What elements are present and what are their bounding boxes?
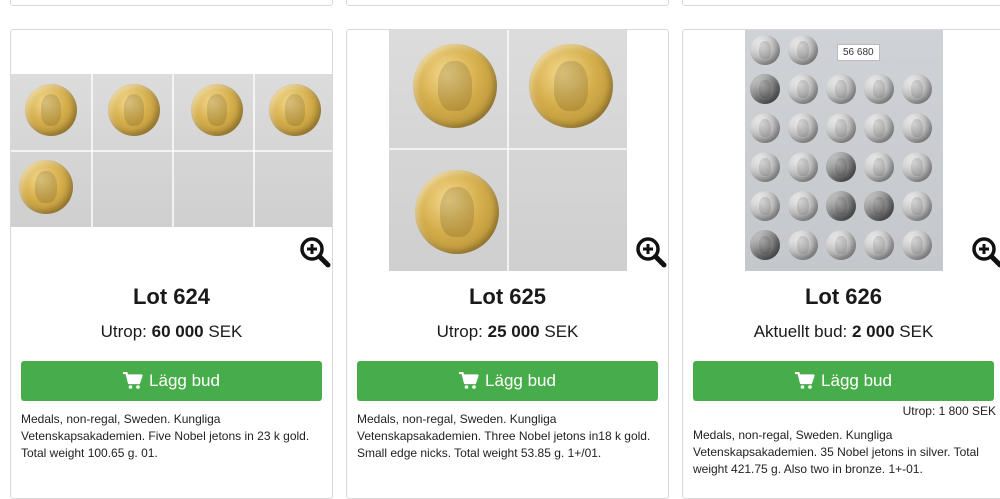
medal-icon — [826, 74, 856, 104]
medal-icon — [750, 230, 780, 260]
lot-image-area[interactable]: 56 680 — [683, 30, 1000, 272]
medal-icon — [902, 191, 932, 221]
lot-description: Medals, non-regal, Sweden. Kungliga Vete… — [21, 411, 322, 462]
medal-icon — [826, 191, 856, 221]
medal-icon — [750, 113, 780, 143]
place-bid-button[interactable]: Lägg bud — [21, 361, 322, 401]
lot-title[interactable]: Lot 626 — [683, 284, 1000, 310]
price-currency: SEK — [899, 322, 933, 341]
card-above-3 — [682, 0, 1000, 6]
card-above-1 — [10, 0, 333, 6]
medal-icon — [750, 152, 780, 182]
cart-icon — [795, 372, 815, 390]
medal-icon — [864, 74, 894, 104]
medal-icon — [750, 191, 780, 221]
photo-tag: 56 680 — [837, 44, 880, 61]
medal-icon — [750, 35, 780, 65]
lot-photo[interactable]: 56 680 — [745, 30, 943, 271]
medal-icon — [826, 230, 856, 260]
medal-icon — [413, 44, 497, 128]
medal-icon — [826, 152, 856, 182]
medal-icon — [902, 74, 932, 104]
medal-icon — [902, 230, 932, 260]
cart-icon — [459, 372, 479, 390]
lot-image-area[interactable] — [11, 30, 332, 272]
medal-icon — [826, 113, 856, 143]
medal-icon — [415, 170, 499, 254]
price-label: Aktuellt bud: — [754, 322, 848, 341]
lot-image-area[interactable] — [347, 30, 668, 272]
price-label: Utrop: — [101, 322, 147, 341]
medal-icon — [788, 74, 818, 104]
price-value: 60 000 — [152, 322, 204, 341]
place-bid-label: Lägg bud — [485, 371, 556, 391]
start-price: Utrop: 1 800 SEK — [903, 404, 996, 418]
lot-title[interactable]: Lot 624 — [11, 284, 332, 310]
lot-photo[interactable] — [11, 74, 332, 227]
lot-photo[interactable] — [389, 30, 627, 271]
price-line: Utrop: 25 000 SEK — [347, 322, 668, 342]
medal-icon — [788, 35, 818, 65]
medal-icon — [529, 44, 613, 128]
price-line: Aktuellt bud: 2 000 SEK — [683, 322, 1000, 342]
lot-card-624: Lot 624 Utrop: 60 000 SEK Lägg bud Medal… — [10, 29, 333, 499]
lot-title[interactable]: Lot 625 — [347, 284, 668, 310]
lot-card-626: 56 680 Lot 626 Aktuellt bud: 2 000 SEK L… — [682, 29, 1000, 499]
medal-icon — [191, 84, 243, 136]
price-value: 2 000 — [852, 322, 895, 341]
medal-icon — [864, 191, 894, 221]
medal-icon — [750, 74, 780, 104]
medal-icon — [902, 152, 932, 182]
medal-icon — [269, 84, 321, 136]
medal-icon — [19, 160, 73, 214]
place-bid-label: Lägg bud — [821, 371, 892, 391]
place-bid-button[interactable]: Lägg bud — [357, 361, 658, 401]
medal-icon — [902, 113, 932, 143]
price-value: 25 000 — [488, 322, 540, 341]
price-line: Utrop: 60 000 SEK — [11, 322, 332, 342]
cart-icon — [123, 372, 143, 390]
zoom-in-icon[interactable] — [635, 236, 667, 268]
place-bid-button[interactable]: Lägg bud — [693, 361, 994, 401]
place-bid-label: Lägg bud — [149, 371, 220, 391]
zoom-in-icon[interactable] — [299, 236, 331, 268]
lot-card-625: Lot 625 Utrop: 25 000 SEK Lägg bud Medal… — [346, 29, 669, 499]
medal-icon — [788, 230, 818, 260]
medal-icon — [864, 152, 894, 182]
medal-icon — [788, 113, 818, 143]
medal-icon — [788, 191, 818, 221]
zoom-in-icon[interactable] — [971, 236, 1000, 268]
price-label: Utrop: — [437, 322, 483, 341]
card-above-2 — [346, 0, 669, 6]
medal-icon — [108, 84, 160, 136]
medal-icon — [788, 152, 818, 182]
medal-icon — [864, 113, 894, 143]
price-currency: SEK — [544, 322, 578, 341]
lot-description: Medals, non-regal, Sweden. Kungliga Vete… — [357, 411, 658, 462]
price-currency: SEK — [208, 322, 242, 341]
medal-icon — [25, 84, 77, 136]
medal-icon — [864, 230, 894, 260]
lot-description: Medals, non-regal, Sweden. Kungliga Vete… — [693, 427, 994, 478]
